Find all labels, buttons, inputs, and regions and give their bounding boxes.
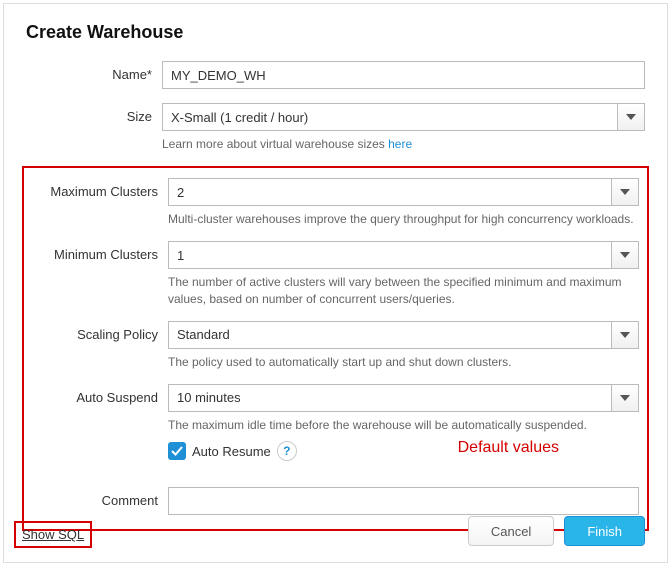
chevron-down-icon	[620, 252, 630, 258]
size-row: Size X-Small (1 credit / hour) Learn mor…	[26, 103, 645, 152]
comment-row: Comment	[32, 487, 639, 515]
name-label: Name*	[26, 61, 162, 82]
size-value: X-Small (1 credit / hour)	[162, 103, 617, 131]
show-sql-link[interactable]: Show SQL	[22, 527, 84, 542]
auto-suspend-value: 10 minutes	[168, 384, 611, 412]
highlighted-section: Maximum Clusters 2 Multi-cluster warehou…	[22, 166, 649, 531]
show-sql-highlight: Show SQL	[14, 521, 92, 548]
check-icon	[171, 446, 183, 456]
footer-buttons: Cancel Finish	[468, 516, 645, 546]
size-help: Learn more about virtual warehouse sizes…	[162, 136, 645, 152]
min-clusters-dropdown-trigger[interactable]	[611, 241, 639, 269]
chevron-down-icon	[626, 114, 636, 120]
comment-label: Comment	[32, 487, 168, 508]
name-row: Name*	[26, 61, 645, 89]
chevron-down-icon	[620, 395, 630, 401]
scaling-policy-label: Scaling Policy	[32, 321, 168, 342]
scaling-policy-help: The policy used to automatically start u…	[168, 354, 639, 370]
auto-suspend-select[interactable]: 10 minutes	[168, 384, 639, 412]
auto-suspend-help: The maximum idle time before the warehou…	[168, 417, 639, 433]
min-clusters-value: 1	[168, 241, 611, 269]
default-values-annotation: Default values	[458, 439, 559, 457]
max-clusters-help: Multi-cluster warehouses improve the que…	[168, 211, 639, 227]
scaling-policy-select[interactable]: Standard	[168, 321, 639, 349]
auto-resume-help-icon[interactable]: ?	[277, 441, 297, 461]
max-clusters-select[interactable]: 2	[168, 178, 639, 206]
auto-resume-label: Auto Resume	[192, 444, 271, 459]
auto-suspend-label: Auto Suspend	[32, 384, 168, 405]
min-clusters-help: The number of active clusters will vary …	[168, 274, 639, 306]
cancel-button[interactable]: Cancel	[468, 516, 554, 546]
chevron-down-icon	[620, 189, 630, 195]
size-label: Size	[26, 103, 162, 124]
chevron-down-icon	[620, 332, 630, 338]
name-input[interactable]	[162, 61, 645, 89]
size-select[interactable]: X-Small (1 credit / hour)	[162, 103, 645, 131]
auto-suspend-dropdown-trigger[interactable]	[611, 384, 639, 412]
size-help-text: Learn more about virtual warehouse sizes	[162, 137, 388, 151]
comment-input[interactable]	[168, 487, 639, 515]
scaling-policy-value: Standard	[168, 321, 611, 349]
scaling-policy-dropdown-trigger[interactable]	[611, 321, 639, 349]
size-help-link[interactable]: here	[388, 137, 412, 151]
auto-resume-checkbox[interactable]	[168, 442, 186, 460]
size-dropdown-trigger[interactable]	[617, 103, 645, 131]
finish-button[interactable]: Finish	[564, 516, 645, 546]
max-clusters-row: Maximum Clusters 2 Multi-cluster warehou…	[32, 178, 639, 227]
max-clusters-dropdown-trigger[interactable]	[611, 178, 639, 206]
max-clusters-value: 2	[168, 178, 611, 206]
dialog-title: Create Warehouse	[26, 22, 645, 43]
max-clusters-label: Maximum Clusters	[32, 178, 168, 199]
create-warehouse-dialog: Create Warehouse Name* Size X-Small (1 c…	[3, 3, 668, 563]
min-clusters-row: Minimum Clusters 1 The number of active …	[32, 241, 639, 306]
auto-resume-row: Auto Resume ? Default values	[168, 441, 639, 461]
min-clusters-label: Minimum Clusters	[32, 241, 168, 262]
scaling-policy-row: Scaling Policy Standard The policy used …	[32, 321, 639, 370]
auto-suspend-row: Auto Suspend 10 minutes The maximum idle…	[32, 384, 639, 473]
min-clusters-select[interactable]: 1	[168, 241, 639, 269]
